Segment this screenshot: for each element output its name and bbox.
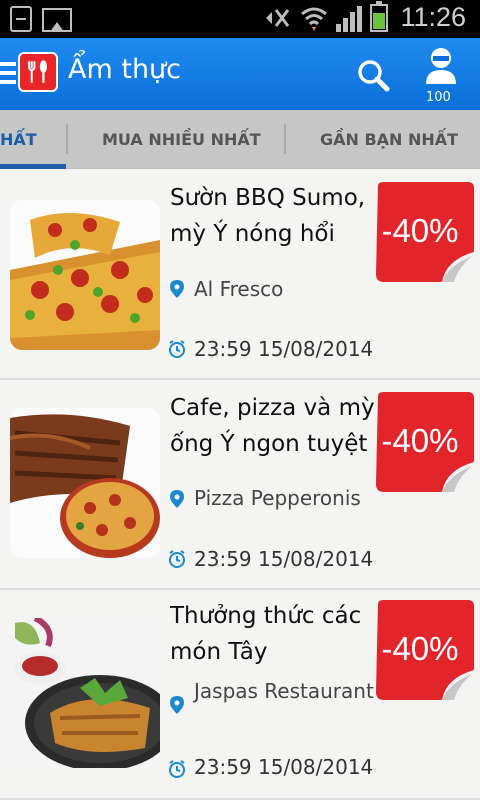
deal-title-line2: ống Ý ngon tuyệt bbox=[170, 431, 368, 457]
location-pin-icon bbox=[170, 696, 184, 714]
discount-label: -40% bbox=[381, 422, 459, 459]
deal-thumbnail bbox=[10, 618, 160, 768]
discount-badge: -40% bbox=[372, 600, 476, 700]
discount-badge: -40% bbox=[372, 392, 476, 492]
profile-icon[interactable] bbox=[424, 46, 458, 86]
deal-expiry: 23:59 15/08/2014 bbox=[194, 755, 374, 779]
deal-expiry: 23:59 15/08/2014 bbox=[194, 337, 374, 361]
wifi-icon bbox=[301, 7, 328, 31]
mute-icon bbox=[266, 8, 290, 27]
battery-icon bbox=[370, 0, 389, 32]
points-count: 100 bbox=[426, 90, 451, 105]
tab-nearby[interactable]: GẦN BẠN NHẤT bbox=[320, 110, 458, 168]
deal-title-line1: Thưởng thức các bbox=[170, 603, 362, 629]
discount-badge: -40% bbox=[372, 182, 476, 282]
deal-item[interactable]: Cafe, pizza và mỳ ống Ý ngon tuyệt Pizza… bbox=[0, 380, 480, 590]
tab-underline bbox=[0, 168, 480, 169]
deal-title-line2: món Tây bbox=[170, 639, 268, 665]
deal-item[interactable]: Sườn BBQ Sumo, mỳ Ý nóng hổi Al Fresco 2… bbox=[0, 170, 480, 380]
deal-title-line1: Sườn BBQ Sumo, bbox=[170, 185, 366, 211]
discount-label: -40% bbox=[381, 630, 459, 667]
tab-divider bbox=[284, 124, 286, 154]
clock-icon bbox=[169, 760, 185, 778]
tab-hot[interactable]: HẤT bbox=[0, 110, 37, 168]
cutlery-logo-icon[interactable] bbox=[18, 52, 58, 92]
tab-divider bbox=[66, 124, 68, 154]
deal-venue: Pizza Pepperonis bbox=[194, 486, 361, 510]
tab-active-indicator bbox=[0, 164, 66, 169]
location-pin-icon bbox=[170, 490, 184, 508]
deal-title-line1: Cafe, pizza và mỳ bbox=[170, 395, 374, 421]
gallery-icon bbox=[42, 8, 72, 32]
menu-icon[interactable] bbox=[0, 62, 16, 86]
deal-thumbnail bbox=[10, 408, 160, 558]
deal-thumbnail bbox=[10, 200, 160, 350]
deal-item[interactable]: Thưởng thức các món Tây Jaspas Restauran… bbox=[0, 590, 480, 800]
discount-label: -40% bbox=[381, 212, 459, 249]
clock-icon bbox=[169, 340, 185, 358]
deal-title-line2: mỳ Ý nóng hổi bbox=[170, 221, 335, 247]
search-icon[interactable] bbox=[356, 58, 390, 92]
tab-bar: HẤT MUA NHIỀU NHẤT GẦN BẠN NHẤT bbox=[0, 110, 480, 168]
tab-most-bought[interactable]: MUA NHIỀU NHẤT bbox=[102, 110, 261, 168]
clock-time: 11:26 bbox=[400, 2, 466, 32]
sim-card-icon bbox=[10, 6, 32, 32]
deal-venue: Al Fresco bbox=[194, 277, 284, 301]
deal-expiry: 23:59 15/08/2014 bbox=[194, 547, 374, 571]
location-pin-icon bbox=[170, 280, 184, 298]
app-bar: Ẩm thực 100 bbox=[0, 38, 480, 110]
deal-venue: Jaspas Restaurant bbox=[194, 679, 374, 703]
signal-icon bbox=[336, 4, 363, 32]
clock-icon bbox=[169, 550, 185, 568]
page-title: Ẩm thực bbox=[68, 54, 182, 85]
status-bar: 11:26 bbox=[0, 0, 480, 38]
